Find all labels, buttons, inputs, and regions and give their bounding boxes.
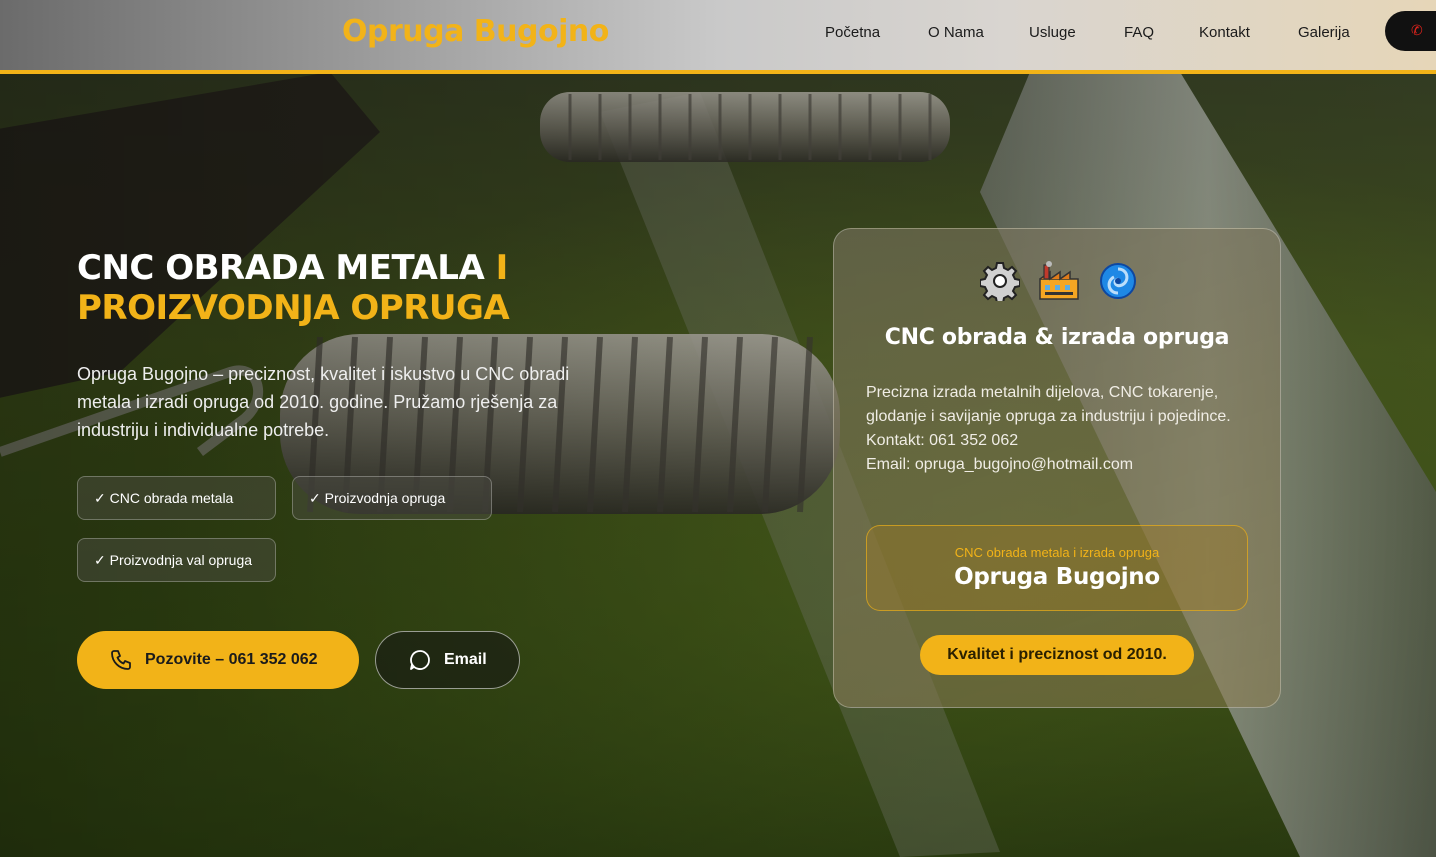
hero-title-white: CNC OBRADA METALA	[77, 248, 496, 288]
nav-link-usluge[interactable]: Usluge	[1029, 24, 1076, 41]
nav-link-pocetna[interactable]: Početna	[825, 24, 880, 41]
hero-lead-text: Opruga Bugojno – preciznost, kvalitet i …	[77, 364, 570, 440]
card-description-text: Precizna izrada metalnih dijelova, CNC t…	[866, 384, 1231, 425]
card-contact-phone[interactable]: Kontakt: 061 352 062	[866, 429, 1251, 453]
hero-title-gold: PROIZVODNJA OPRUGA	[77, 288, 510, 328]
chip-val-opruga: ✓ Proizvodnja val opruga	[77, 538, 276, 582]
card-title: CNC obrada & izrada opruga	[884, 325, 1230, 350]
chip-cnc-obrada: ✓ CNC obrada metala	[77, 476, 276, 520]
site-header: Opruga Bugojno Početna O Nama Usluge FAQ…	[0, 0, 1436, 74]
info-card: CNC obrada & izrada opruga Precizna izra…	[833, 228, 1281, 708]
phone-icon: ✆	[1411, 22, 1423, 38]
call-button-label: Pozovite – 061 352 062	[145, 651, 318, 668]
site-logo[interactable]: Opruga Bugojno	[342, 14, 609, 49]
header-call-button[interactable]: ✆	[1385, 11, 1436, 51]
hero-title: CNC OBRADA METALA I PROIZVODNJA OPRUGA	[77, 248, 510, 328]
card-contact-email[interactable]: Email: opruga_bugojno@hotmail.com	[866, 453, 1251, 477]
call-button[interactable]: Pozovite – 061 352 062	[77, 631, 359, 689]
email-button-label: Email	[444, 651, 487, 668]
email-button[interactable]: Email	[375, 631, 520, 689]
nav-link-faq[interactable]: FAQ	[1124, 24, 1154, 41]
nav-link-o-nama[interactable]: O Nama	[928, 24, 984, 41]
brand-box: CNC obrada metala i izrada opruga Opruga…	[866, 525, 1248, 611]
phone-icon	[109, 648, 133, 677]
nav-link-galerija[interactable]: Galerija	[1298, 24, 1350, 41]
cyclone-icon	[1098, 261, 1138, 306]
gear-icon	[979, 261, 1021, 306]
brand-subtitle: CNC obrada metala i izrada opruga	[954, 545, 1160, 560]
brand-name: Opruga Bugojno	[954, 564, 1160, 590]
factory-icon	[1038, 261, 1080, 306]
chip-proizvodnja-opruga: ✓ Proizvodnja opruga	[292, 476, 492, 520]
quality-badge: Kvalitet i preciznost od 2010.	[920, 635, 1194, 675]
nav-link-kontakt[interactable]: Kontakt	[1199, 24, 1250, 41]
card-description: Precizna izrada metalnih dijelova, CNC t…	[866, 381, 1251, 477]
chat-bubble-icon	[408, 648, 432, 677]
hero-title-gold-i: I	[495, 248, 509, 288]
